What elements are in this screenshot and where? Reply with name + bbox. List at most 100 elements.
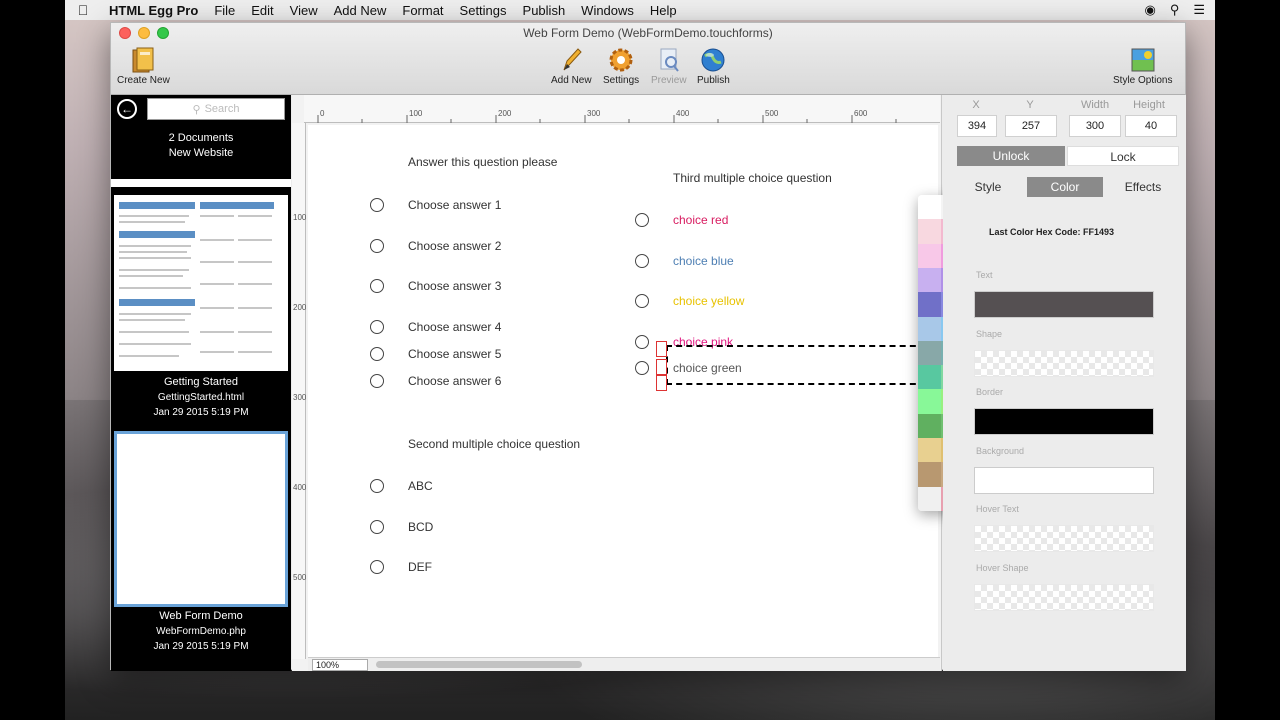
question-1-label: Answer this question please bbox=[408, 155, 558, 169]
tab-style[interactable]: Style bbox=[957, 177, 1019, 197]
radio-button[interactable] bbox=[635, 213, 649, 227]
menu-publish[interactable]: Publish bbox=[515, 3, 574, 18]
radio-button[interactable] bbox=[370, 374, 384, 388]
sidebar-summary: 2 Documents New Website bbox=[111, 131, 291, 161]
palette-swatch[interactable] bbox=[918, 413, 941, 439]
radio-button[interactable] bbox=[370, 479, 384, 493]
document-item-web-form-demo[interactable]: Web Form Demo WebFormDemo.php Jan 29 201… bbox=[111, 431, 291, 671]
tab-effects[interactable]: Effects bbox=[1107, 177, 1179, 197]
add-new-button[interactable]: Add New bbox=[551, 45, 592, 86]
x-field[interactable]: 394 bbox=[957, 115, 997, 137]
canvas-footer: 100% bbox=[308, 657, 940, 671]
answer-label: Choose answer 5 bbox=[408, 347, 502, 361]
search-placeholder: Search bbox=[204, 103, 240, 115]
preview-button[interactable]: Preview bbox=[651, 45, 687, 86]
answer-label: Choose answer 3 bbox=[408, 279, 502, 293]
palette-swatch[interactable] bbox=[918, 486, 941, 511]
radio-button[interactable] bbox=[370, 320, 384, 334]
document-name: Getting Started bbox=[164, 376, 238, 388]
hover-text-color-swatch[interactable] bbox=[974, 525, 1154, 552]
menu-app-name[interactable]: HTML Egg Pro bbox=[101, 3, 206, 18]
document-thumbnail-selected[interactable] bbox=[114, 431, 288, 607]
background-color-label: Background bbox=[976, 446, 1025, 456]
palette-swatch[interactable] bbox=[918, 243, 941, 268]
radio-button[interactable] bbox=[635, 335, 649, 349]
form-page[interactable]: Answer this question please Choose answe… bbox=[308, 125, 938, 657]
y-label: Y bbox=[1026, 99, 1034, 111]
create-new-label: Create New bbox=[117, 75, 170, 86]
spotlight-search-icon[interactable]: ⚲ bbox=[1170, 2, 1180, 18]
gear-icon bbox=[606, 45, 636, 75]
unlock-button[interactable]: Unlock bbox=[957, 146, 1065, 166]
palette-swatch[interactable] bbox=[918, 316, 941, 341]
radio-button[interactable] bbox=[635, 361, 649, 375]
border-color-swatch[interactable] bbox=[974, 408, 1154, 435]
y-field[interactable]: 257 bbox=[1005, 115, 1057, 137]
thumbnail-block bbox=[119, 202, 195, 209]
ruler-label: 400 bbox=[293, 483, 307, 492]
back-arrow-icon[interactable]: ← bbox=[117, 99, 137, 119]
settings-button[interactable]: Settings bbox=[603, 45, 639, 86]
create-new-button[interactable]: Create New bbox=[117, 45, 170, 86]
menu-view[interactable]: View bbox=[282, 3, 326, 18]
palette-swatch[interactable] bbox=[918, 462, 941, 487]
resize-handle[interactable] bbox=[656, 375, 667, 391]
ruler-label: 300 bbox=[293, 393, 307, 402]
last-color-label: Last Color Hex Code: bbox=[989, 227, 1081, 237]
radio-button[interactable] bbox=[635, 254, 649, 268]
sidebar-search-input[interactable]: ⚲ Search bbox=[147, 98, 285, 120]
shape-color-swatch[interactable] bbox=[974, 350, 1154, 377]
document-thumbnail[interactable] bbox=[114, 195, 288, 371]
shape-color-label: Shape bbox=[976, 329, 1003, 339]
menu-format[interactable]: Format bbox=[394, 3, 451, 18]
notification-list-icon[interactable]: ☰ bbox=[1193, 2, 1205, 18]
radio-button[interactable] bbox=[370, 279, 384, 293]
resize-handle[interactable] bbox=[656, 341, 667, 357]
radio-button[interactable] bbox=[370, 560, 384, 574]
zoom-select[interactable]: 100% bbox=[312, 659, 368, 671]
radio-button[interactable] bbox=[635, 294, 649, 308]
inspector-panel: X Y Width Height 394 257 300 40 Unlock L… bbox=[943, 95, 1186, 671]
document-meta: Getting Started GettingStarted.html Jan … bbox=[111, 375, 291, 420]
menu-help[interactable]: Help bbox=[642, 3, 685, 18]
website-name: New Website bbox=[168, 147, 234, 159]
palette-swatch[interactable] bbox=[918, 365, 941, 390]
document-item-getting-started[interactable]: Getting Started GettingStarted.html Jan … bbox=[111, 195, 291, 427]
thumbnail-line bbox=[119, 215, 189, 217]
radio-button[interactable] bbox=[370, 239, 384, 253]
answer-label: DEF bbox=[408, 560, 432, 574]
apple-icon[interactable]:  bbox=[65, 2, 101, 18]
tab-color[interactable]: Color bbox=[1027, 177, 1103, 197]
palette-swatch[interactable] bbox=[918, 292, 941, 317]
record-icon[interactable]: ◉ bbox=[1144, 2, 1155, 18]
style-options-button[interactable]: Style Options bbox=[1113, 45, 1172, 86]
radio-button[interactable] bbox=[370, 198, 384, 212]
horizontal-scrollbar[interactable] bbox=[376, 661, 582, 668]
radio-button[interactable] bbox=[370, 347, 384, 361]
hover-shape-color-swatch[interactable] bbox=[974, 584, 1154, 611]
menu-windows[interactable]: Windows bbox=[573, 3, 642, 18]
palette-swatch[interactable] bbox=[918, 219, 941, 244]
text-color-swatch[interactable] bbox=[974, 291, 1154, 318]
palette-swatch[interactable] bbox=[918, 195, 941, 220]
thumbnail-line bbox=[200, 215, 234, 217]
height-field[interactable]: 40 bbox=[1125, 115, 1177, 137]
width-field[interactable]: 300 bbox=[1069, 115, 1121, 137]
menu-add-new[interactable]: Add New bbox=[326, 3, 395, 18]
thumbnail-block bbox=[119, 299, 195, 306]
menu-edit[interactable]: Edit bbox=[243, 3, 281, 18]
radio-button[interactable] bbox=[370, 520, 384, 534]
selection-box[interactable] bbox=[666, 345, 926, 385]
background-color-swatch[interactable] bbox=[974, 467, 1154, 494]
palette-swatch[interactable] bbox=[918, 438, 941, 463]
palette-swatch[interactable] bbox=[918, 389, 941, 414]
ruler-label: 200 bbox=[498, 109, 512, 118]
lock-button[interactable]: Lock bbox=[1067, 146, 1179, 166]
resize-handle[interactable] bbox=[656, 359, 667, 375]
choice-label: choice yellow bbox=[673, 294, 745, 308]
palette-swatch[interactable] bbox=[918, 340, 941, 366]
menu-settings[interactable]: Settings bbox=[452, 3, 515, 18]
publish-button[interactable]: Publish bbox=[697, 45, 730, 86]
menu-file[interactable]: File bbox=[206, 3, 243, 18]
palette-swatch[interactable] bbox=[918, 267, 941, 293]
